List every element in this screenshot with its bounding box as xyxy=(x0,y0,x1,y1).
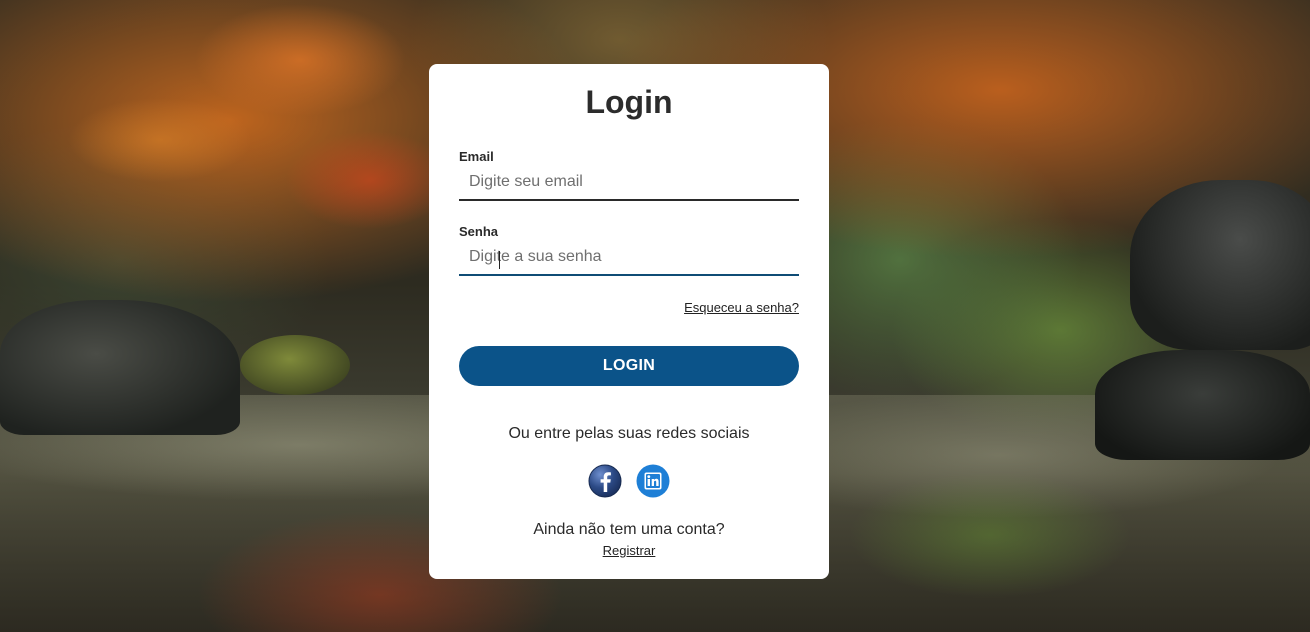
linkedin-button[interactable] xyxy=(636,464,670,498)
linkedin-icon xyxy=(636,464,670,498)
moss-stone xyxy=(240,335,350,395)
email-field-group: Email xyxy=(459,149,799,201)
password-field[interactable] xyxy=(459,240,799,276)
facebook-icon xyxy=(588,464,622,498)
autumn-trees xyxy=(20,0,440,250)
rock-right-lower xyxy=(1095,350,1310,460)
register-link[interactable]: Registrar xyxy=(603,543,656,558)
register-link-wrapper: Registrar xyxy=(429,543,829,558)
login-card: Login Email Senha Esqueceu a senha? LOGI… xyxy=(429,64,829,579)
social-buttons xyxy=(588,464,672,500)
register-prompt: Ainda não tem uma conta? xyxy=(533,521,725,538)
login-button[interactable]: LOGIN xyxy=(459,346,799,386)
rock-right xyxy=(1130,180,1310,350)
email-label: Email xyxy=(459,149,494,164)
email-field[interactable] xyxy=(459,165,799,201)
rock-left xyxy=(0,300,240,435)
password-label: Senha xyxy=(459,224,499,239)
password-field-group: Senha xyxy=(459,224,799,276)
social-login-prompt: Ou entre pelas suas redes sociais xyxy=(508,425,750,442)
facebook-button[interactable] xyxy=(588,464,622,498)
text-caret xyxy=(499,251,500,269)
page-title: Login xyxy=(585,84,673,120)
forgot-password-link[interactable]: Esqueceu a senha? xyxy=(684,300,799,315)
